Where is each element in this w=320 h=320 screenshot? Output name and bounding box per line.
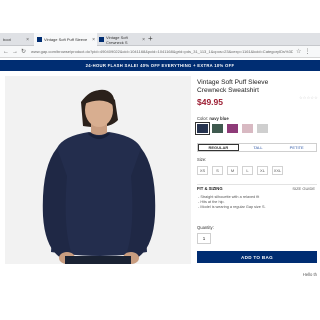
color-swatches — [195, 122, 268, 135]
size-l[interactable]: L — [242, 166, 253, 175]
tab-title: boot — [3, 37, 11, 42]
quantity-select[interactable]: 1 — [197, 233, 211, 244]
size-xxl[interactable]: XXL — [272, 166, 283, 175]
size-xs[interactable]: XS — [197, 166, 208, 175]
url-field[interactable]: www.gap.com/browse/product.do?pid=490409… — [31, 49, 293, 54]
bookmark-star-icon[interactable]: ☆ — [296, 48, 301, 55]
rating-stars[interactable]: ☆☆☆☆☆ — [299, 95, 318, 100]
fit-selector: REGULAR TALL PETITE — [197, 143, 317, 152]
product-title: Vintage Soft Puff Sleeve Crewneck Sweats… — [197, 79, 269, 94]
reload-icon[interactable]: ↻ — [21, 48, 26, 55]
swatch-pink[interactable] — [242, 124, 253, 133]
promo-banner[interactable]: 24-HOUR FLASH SALE! 40% OFF EVERYTHING +… — [0, 60, 320, 71]
gap-favicon-icon — [37, 37, 42, 42]
swatch-green[interactable] — [212, 124, 223, 133]
swatch-navy[interactable] — [195, 122, 210, 135]
fit-note: - Model is wearing a regular Gap size S. — [198, 205, 266, 209]
size-m[interactable]: M — [227, 166, 238, 175]
back-icon[interactable]: ← — [3, 49, 9, 55]
size-label: Size: — [197, 157, 207, 162]
close-icon[interactable]: × — [142, 37, 145, 43]
promo-text: 24-HOUR FLASH SALE! 40% OFF EVERYTHING +… — [85, 63, 235, 68]
swatch-purple[interactable] — [227, 124, 238, 133]
size-xl[interactable]: XL — [257, 166, 268, 175]
gap-favicon-icon — [99, 37, 104, 42]
product-price: $49.95 — [197, 97, 223, 107]
forward-icon[interactable]: → — [12, 49, 18, 55]
color-value: navy blue — [209, 116, 229, 121]
tab-title: Vintage Soft Crewneck S — [106, 34, 128, 45]
fit-petite[interactable]: PETITE — [277, 144, 316, 151]
tab-strip: boot × Vintage Soft Puff Sleeve × Vintag… — [0, 33, 320, 46]
fit-sizing-heading: FIT & SIZING — [197, 186, 223, 191]
address-bar: ← → ↻ www.gap.com/browse/product.do?pid=… — [0, 46, 320, 58]
tab-puff-sleeve[interactable]: Vintage Soft Puff Sleeve × — [34, 33, 97, 46]
chat-help-text[interactable]: Hello th — [303, 272, 317, 277]
size-guide-link[interactable]: SIZE GUIDE — [292, 186, 315, 191]
size-s[interactable]: S — [212, 166, 223, 175]
tab-boot[interactable]: boot × — [0, 33, 31, 46]
fit-notes-list: - Straight silhouette with a relaxed fit… — [198, 195, 266, 210]
color-label: Color: — [197, 116, 209, 121]
fit-regular[interactable]: REGULAR — [198, 144, 239, 151]
new-tab-button[interactable]: + — [148, 34, 153, 43]
tab-title: Vintage Soft Puff Sleeve — [44, 37, 88, 42]
menu-icon[interactable]: ⋮ — [304, 48, 310, 55]
color-label-row: Color: navy blue — [197, 116, 229, 121]
fit-tall[interactable]: TALL — [239, 144, 278, 151]
swatch-gray[interactable] — [257, 124, 268, 133]
close-icon[interactable]: × — [26, 37, 29, 43]
browser-window: boot × Vintage Soft Puff Sleeve × Vintag… — [0, 0, 320, 320]
close-icon[interactable]: × — [92, 37, 95, 43]
product-image[interactable] — [5, 76, 191, 264]
quantity-label: Quantity: — [197, 225, 214, 230]
size-selector: XS S M L XL XXL — [197, 166, 283, 175]
model-photo — [5, 76, 191, 264]
tab-crewneck[interactable]: Vintage Soft Crewneck S × — [96, 33, 147, 46]
divider — [197, 184, 317, 185]
add-to-bag-button[interactable]: ADD TO BAG — [197, 251, 317, 263]
